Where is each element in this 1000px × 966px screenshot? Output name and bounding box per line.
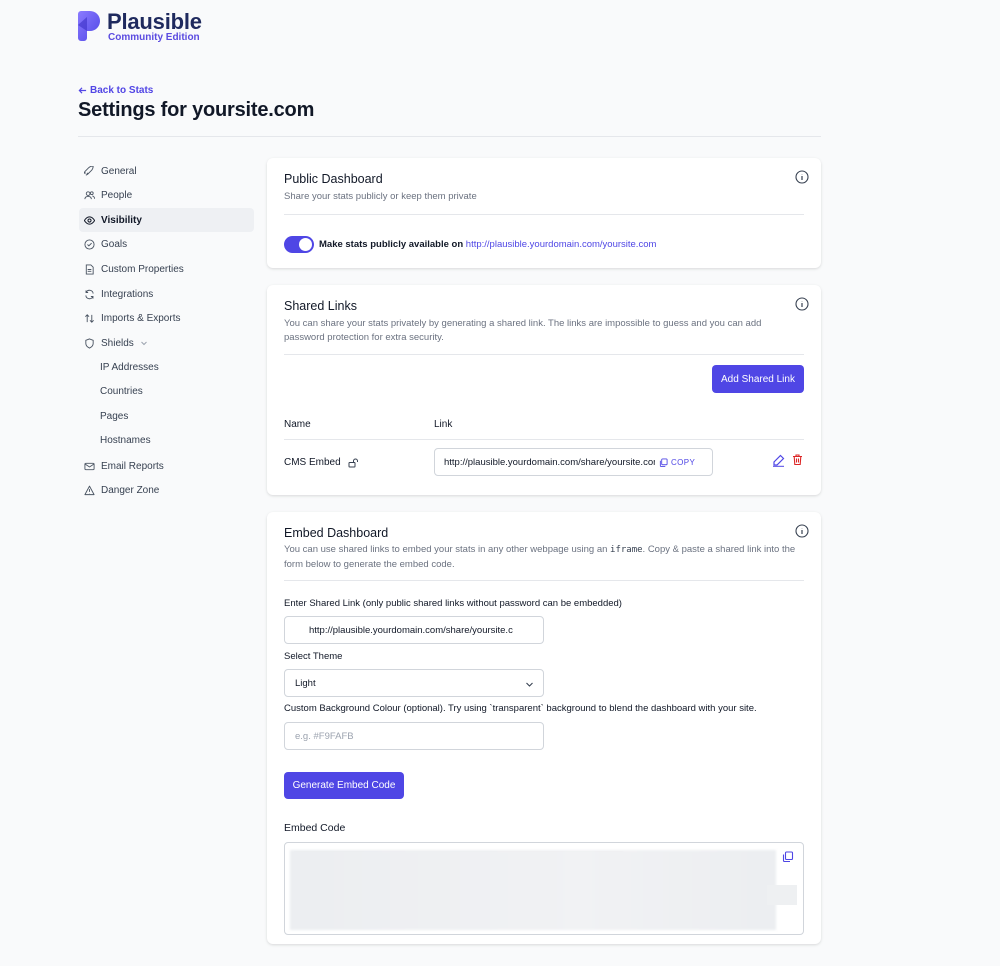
public-stats-toggle[interactable]: [284, 236, 314, 253]
shared-link-input[interactable]: http://plausible.yourdomain.com/share/yo…: [284, 616, 544, 644]
eye-icon: [84, 215, 95, 226]
copy-icon: [659, 457, 668, 467]
embed-code-label: Embed Code: [284, 822, 346, 834]
card-divider: [284, 214, 804, 215]
card-divider: [284, 580, 804, 581]
shared-links-description: You can share your stats privately by ge…: [284, 318, 762, 343]
embed-dashboard-title: Embed Dashboard: [284, 526, 389, 540]
background-colour-label: Custom Background Colour (optional). Try…: [284, 703, 757, 714]
theme-select-value: Light: [295, 677, 316, 689]
embed-code-redacted: [290, 850, 776, 930]
info-icon[interactable]: [795, 297, 809, 311]
embed-dashboard-card: Embed Dashboard You can use shared links…: [267, 512, 821, 944]
users-icon: [84, 190, 95, 201]
title-divider: [78, 136, 821, 137]
refresh-icon: [84, 289, 95, 300]
sidebar-item-visibility[interactable]: Visibility: [79, 208, 254, 232]
sidebar-item-email-reports[interactable]: Email Reports: [79, 454, 254, 478]
theme-select-label: Select Theme: [284, 651, 343, 662]
theme-select[interactable]: Light: [284, 669, 544, 697]
brand-edition: Community Edition: [108, 32, 200, 43]
sidebar-item-general[interactable]: General: [79, 159, 254, 183]
sidebar-item-people[interactable]: People: [79, 183, 254, 207]
envelope-icon: [84, 461, 95, 472]
column-header-name: Name: [284, 419, 311, 430]
chevron-down-icon: [140, 339, 148, 347]
warning-icon: [84, 485, 95, 496]
shield-icon: [84, 337, 95, 349]
info-icon[interactable]: [795, 170, 809, 184]
sidebar-item-goals[interactable]: Goals: [79, 232, 254, 256]
embed-code-redacted-edge: [767, 885, 797, 905]
sidebar-item-shields[interactable]: Shields: [79, 331, 254, 355]
chevron-down-icon: [526, 682, 533, 687]
page-title: Settings for yoursite.com: [78, 99, 315, 121]
back-to-stats-link[interactable]: Back to Stats: [78, 85, 153, 96]
arrows-up-down-icon: [84, 313, 95, 324]
sidebar-subitem-ip-addresses[interactable]: IP Addresses: [100, 362, 159, 373]
embed-code-textarea[interactable]: [284, 842, 804, 935]
plausible-logo-icon: [78, 11, 100, 41]
public-dashboard-title: Public Dashboard: [284, 172, 383, 186]
sidebar-item-imports-exports[interactable]: Imports & Exports: [79, 306, 254, 330]
info-icon[interactable]: [795, 524, 809, 538]
shared-links-title: Shared Links: [284, 299, 357, 313]
generate-embed-code-button[interactable]: Generate Embed Code: [284, 772, 404, 799]
check-circle-icon: [84, 238, 95, 250]
add-shared-link-button[interactable]: Add Shared Link: [712, 365, 804, 393]
copy-link-button[interactable]: COPY: [659, 458, 695, 467]
public-dashboard-description: Share your stats publicly or keep them p…: [284, 191, 477, 202]
shared-link-input-label: Enter Shared Link (only public shared li…: [284, 598, 622, 609]
trash-icon[interactable]: [791, 453, 804, 466]
shared-link-url: http://plausible.yourdomain.com/share/yo…: [444, 456, 655, 468]
document-icon: [84, 263, 95, 275]
background-colour-input[interactable]: e.g. #F9FAFB: [284, 722, 544, 750]
arrow-left-icon: [78, 87, 87, 94]
edit-icon[interactable]: [772, 454, 785, 467]
back-to-stats-label: Back to Stats: [90, 85, 154, 96]
toggle-knob: [299, 238, 312, 251]
card-divider: [284, 354, 804, 355]
sidebar-item-integrations[interactable]: Integrations: [79, 282, 254, 306]
shared-link-field[interactable]: http://plausible.yourdomain.com/share/yo…: [434, 448, 713, 476]
sidebar-subitem-pages[interactable]: Pages: [100, 411, 128, 422]
public-dashboard-link[interactable]: http://plausible.yourdomain.com/yoursite…: [466, 239, 657, 250]
sidebar-item-danger-zone[interactable]: Danger Zone: [79, 478, 254, 502]
sidebar-subitem-hostnames[interactable]: Hostnames: [100, 435, 151, 446]
copy-icon[interactable]: [782, 851, 794, 863]
unlock-icon: [348, 458, 358, 467]
public-dashboard-card: Public Dashboard Share your stats public…: [267, 158, 821, 268]
sidebar-item-custom-properties[interactable]: Custom Properties: [79, 257, 254, 281]
rocket-icon: [84, 165, 95, 177]
shared-links-card: Shared Links You can share your stats pr…: [267, 285, 821, 495]
embed-dashboard-description: You can use shared links to embed your s…: [284, 544, 796, 570]
table-header-divider: [284, 439, 804, 440]
sidebar-subitem-countries[interactable]: Countries: [100, 386, 143, 397]
column-header-link: Link: [434, 419, 453, 430]
public-stats-toggle-label: Make stats publicly available on http://…: [319, 239, 657, 250]
table-row-name: CMS Embed: [284, 457, 358, 468]
